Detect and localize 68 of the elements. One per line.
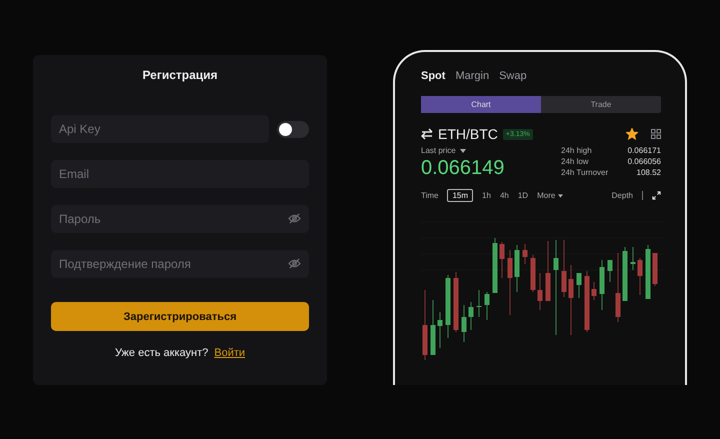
pair-name: ETH/BTC — [438, 126, 498, 142]
candle — [508, 250, 512, 316]
market-tab[interactable]: Swap — [499, 70, 527, 82]
candle — [530, 254, 536, 292]
market-tab[interactable]: Spot — [421, 70, 446, 82]
form-title: Регистрация — [141, 68, 219, 82]
candle — [638, 258, 642, 296]
grid-icon[interactable] — [651, 129, 661, 139]
last-price-label: Last price — [421, 146, 456, 155]
input-field[interactable]: Api Key — [51, 115, 269, 143]
candle — [622, 246, 628, 302]
expand-icon[interactable] — [652, 191, 661, 200]
candle — [584, 270, 590, 332]
market-tab[interactable]: Margin — [455, 70, 490, 82]
candle — [454, 272, 458, 332]
input-field[interactable]: Подтверждение пароля — [51, 250, 309, 278]
candle — [430, 300, 436, 356]
candle — [568, 264, 574, 336]
stat-label: 24h high — [561, 146, 592, 155]
stat-value: 0.066171 — [628, 146, 661, 155]
candle — [476, 290, 482, 318]
candle — [462, 304, 466, 342]
stat-value: 0.066056 — [628, 157, 661, 166]
login-prompt: Уже есть аккаунт? — [114, 347, 208, 359]
caret-icon — [558, 194, 564, 198]
candle — [446, 274, 450, 338]
candle — [616, 252, 620, 322]
eye-slash-icon[interactable] — [288, 213, 301, 224]
segment-tab[interactable]: Trade — [541, 96, 661, 113]
depth-tab[interactable]: Depth — [612, 191, 633, 200]
more-dropdown[interactable]: More — [537, 191, 564, 200]
login-link[interactable]: Войти — [214, 347, 246, 359]
input-field[interactable]: Email — [51, 160, 309, 188]
candle — [422, 290, 428, 360]
candle — [538, 272, 542, 310]
interval-tab[interactable]: 4h — [500, 191, 509, 200]
interval-tab[interactable]: 1D — [518, 191, 528, 200]
eye-slash-icon[interactable] — [288, 258, 301, 269]
stat-value: 108.52 — [636, 168, 661, 177]
candle — [468, 302, 474, 330]
toggle-switch[interactable] — [277, 120, 309, 138]
register-button[interactable]: Зарегистрироваться — [51, 302, 309, 331]
swap-icon[interactable] — [421, 128, 433, 140]
caret-icon[interactable] — [460, 148, 466, 152]
interval-tab[interactable]: Time — [421, 191, 438, 200]
candle — [562, 240, 566, 298]
candle — [646, 244, 650, 300]
candle — [600, 260, 604, 310]
segment-tab[interactable]: Chart — [421, 96, 541, 113]
candle — [484, 292, 490, 320]
candle — [630, 246, 636, 270]
candle — [592, 282, 596, 300]
last-price: 0.066149 — [421, 157, 506, 180]
input-field[interactable]: Пароль — [51, 205, 309, 233]
stat-label: 24h low — [561, 157, 589, 166]
candle — [576, 272, 582, 298]
candle — [522, 244, 528, 264]
candle — [514, 244, 520, 292]
candle — [652, 252, 658, 286]
candle — [500, 242, 504, 278]
stat-label: 24h Turnover — [561, 168, 608, 177]
candle — [438, 312, 442, 348]
interval-tab[interactable]: 1h — [482, 191, 491, 200]
interval-tab[interactable]: 15m — [447, 189, 474, 202]
candle — [546, 240, 550, 302]
candle — [492, 238, 498, 294]
candle — [608, 260, 612, 282]
star-icon[interactable] — [626, 128, 638, 140]
